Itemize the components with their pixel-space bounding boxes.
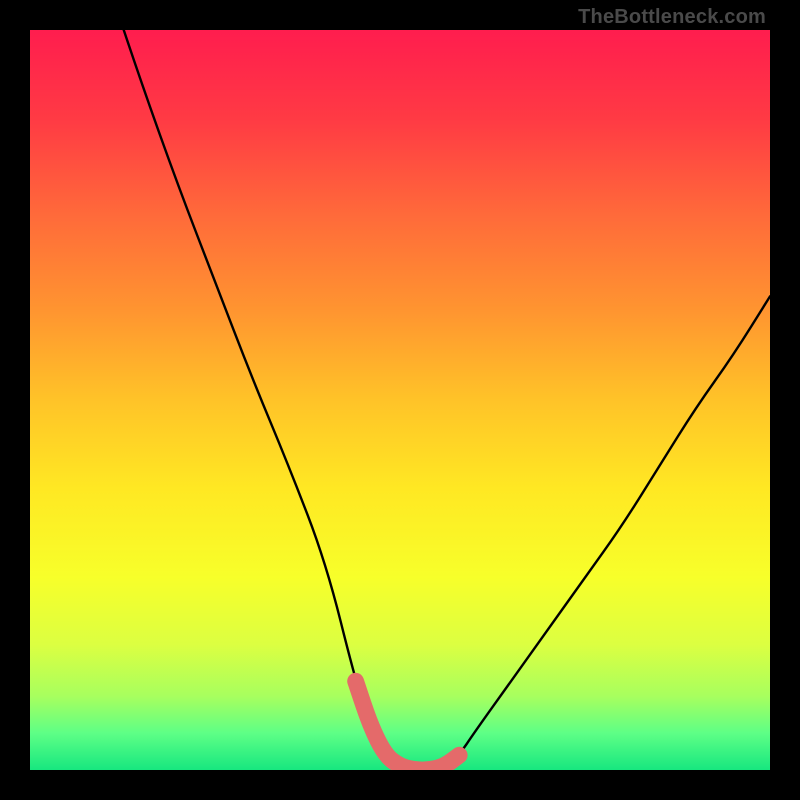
plot-area — [30, 30, 770, 770]
bottleneck-chart — [30, 30, 770, 770]
gradient-background — [30, 30, 770, 770]
watermark-text: TheBottleneck.com — [578, 6, 766, 29]
chart-frame: TheBottleneck.com — [0, 0, 800, 800]
